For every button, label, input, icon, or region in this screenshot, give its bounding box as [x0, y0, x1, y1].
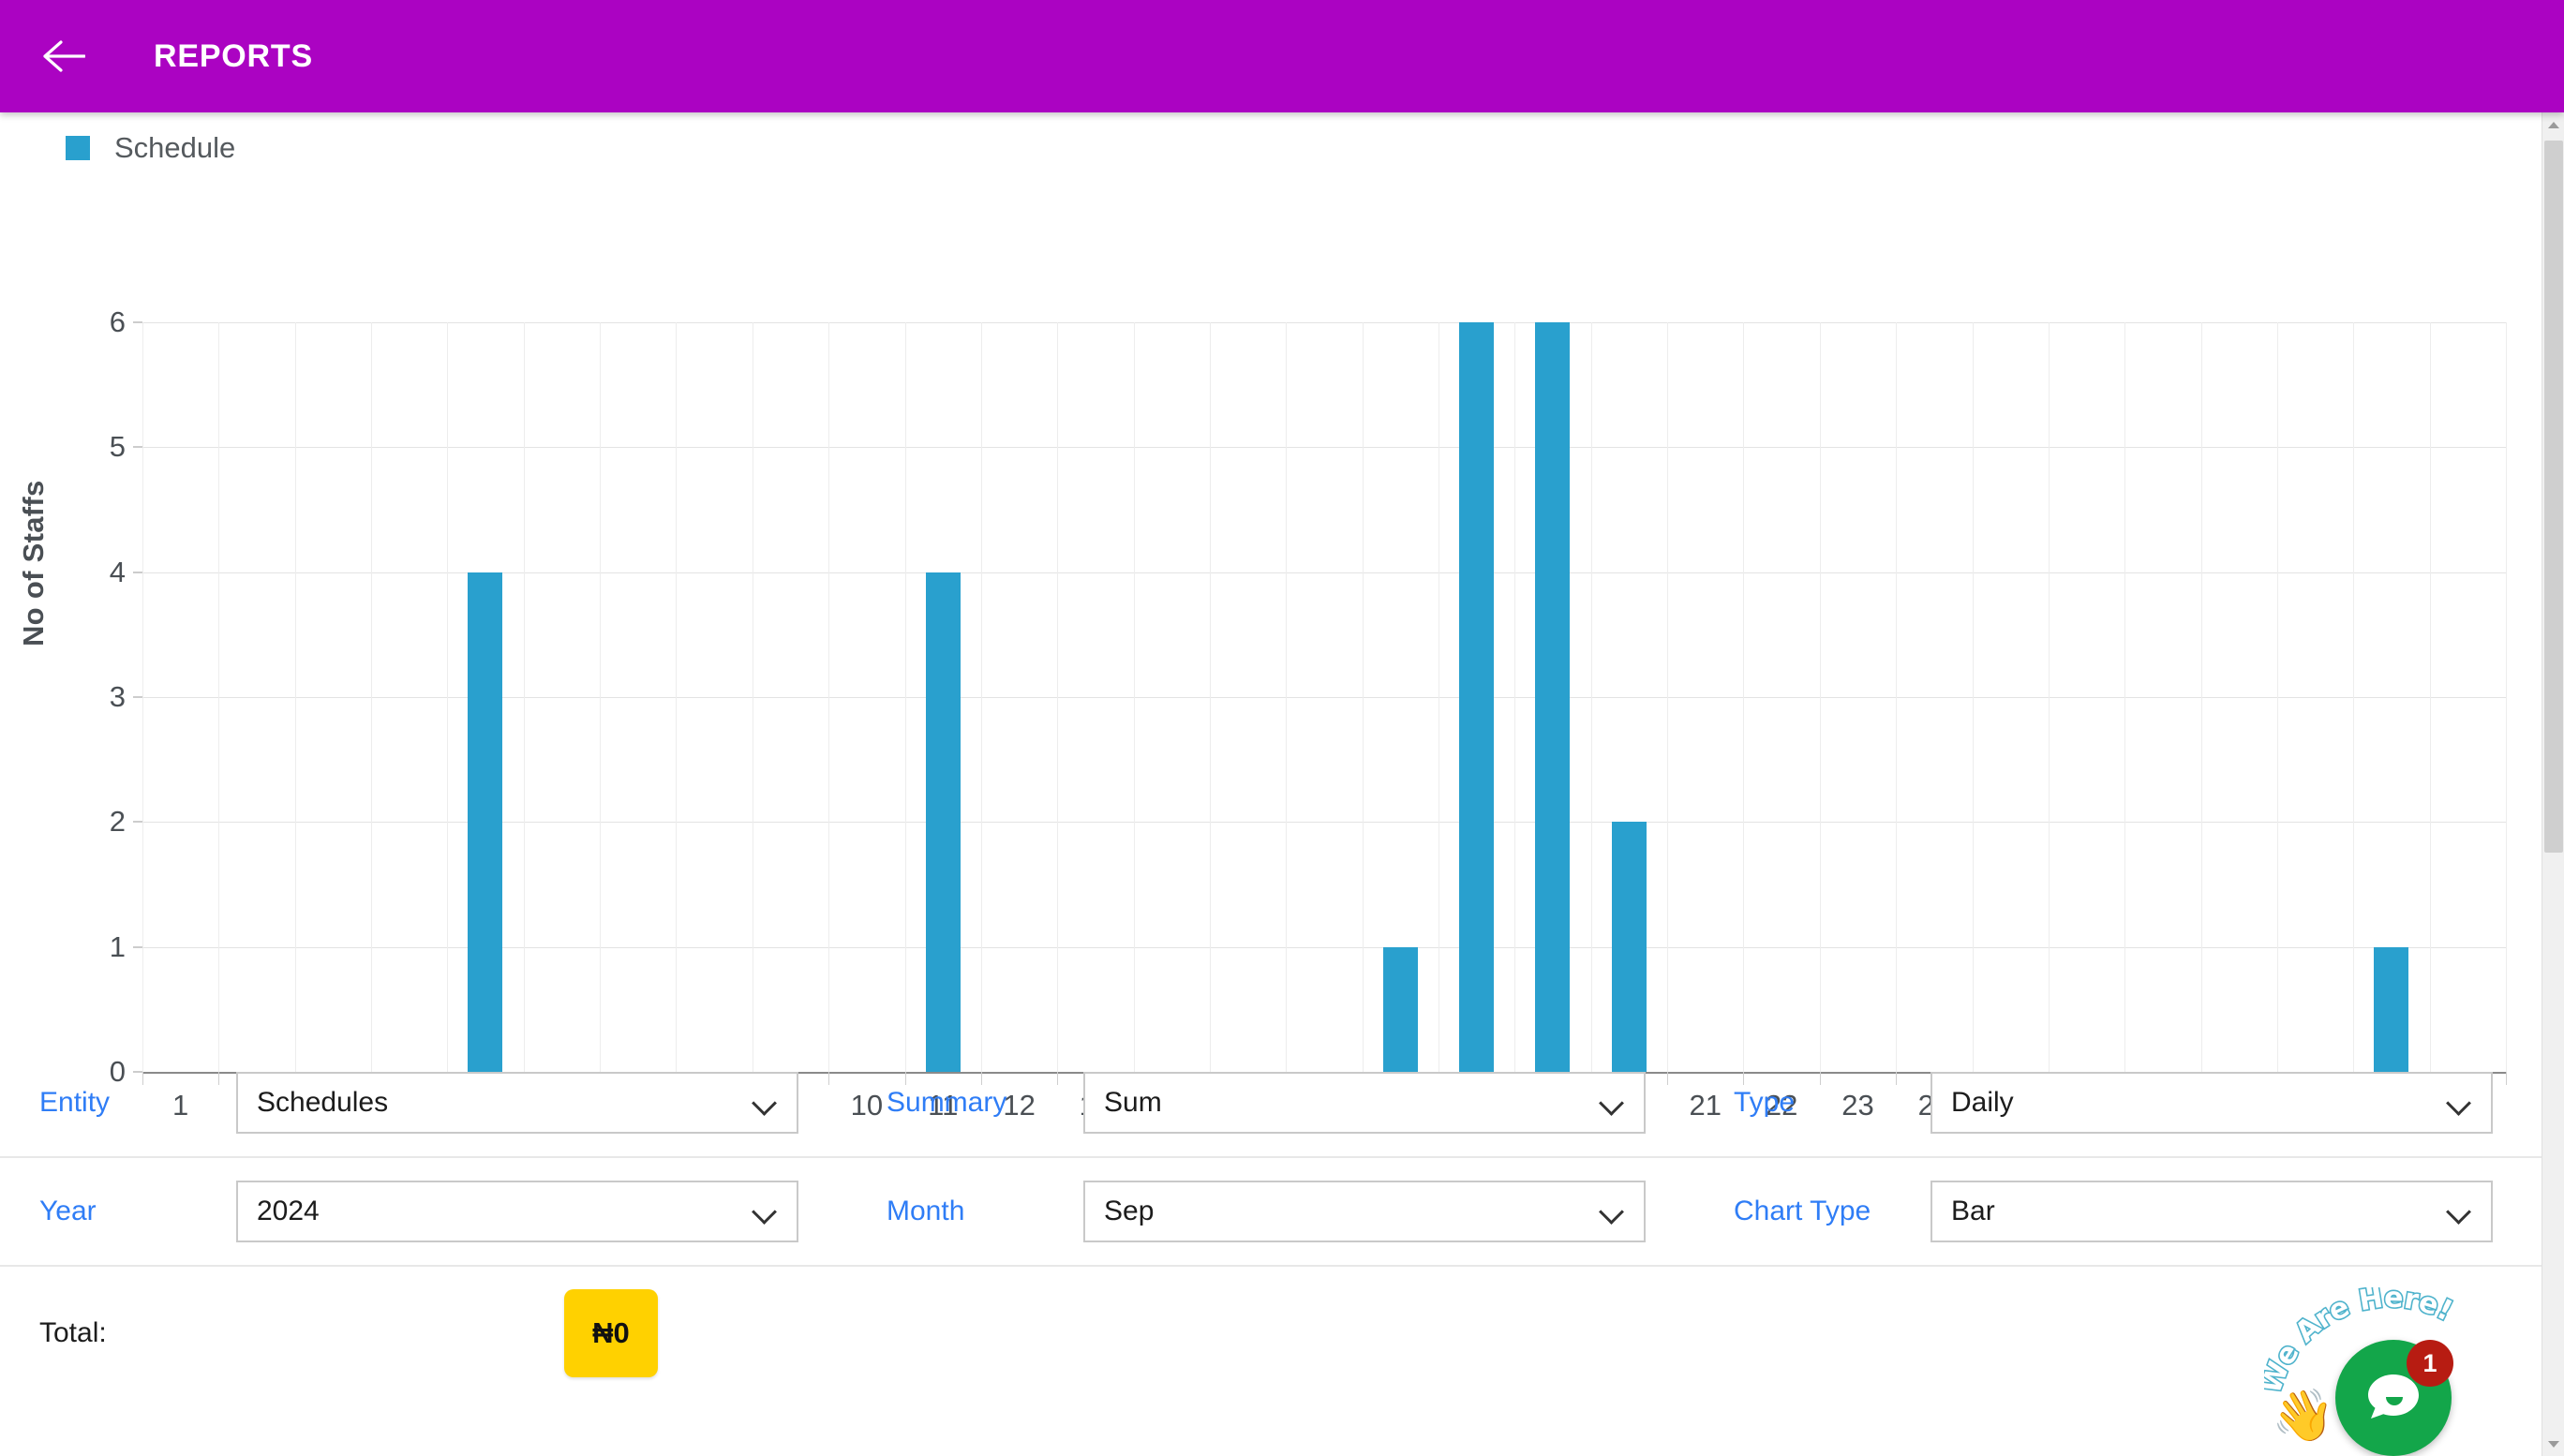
- select-value-chart-type: Bar: [1951, 1196, 1995, 1226]
- y-tick-label: 4: [109, 555, 126, 588]
- chevron-down-icon: [1601, 1091, 1625, 1115]
- chart-bar[interactable]: [1535, 322, 1570, 1072]
- select-value-entity: Schedules: [257, 1087, 389, 1118]
- vertical-scrollbar[interactable]: [2542, 112, 2564, 1456]
- select-value-month: Sep: [1104, 1196, 1155, 1226]
- form-label-entity: Entity: [39, 1087, 111, 1118]
- y-tick-mark: [133, 946, 142, 948]
- select-wrapper-entity: Schedules: [236, 1072, 798, 1134]
- select-wrapper-chart-type: Bar: [1930, 1181, 2493, 1242]
- scrollbar-thumb[interactable]: [2544, 141, 2563, 853]
- legend-label-schedule: Schedule: [114, 131, 236, 164]
- form-label-year: Year: [39, 1196, 97, 1226]
- form-field-entity: Entity Schedules: [0, 1049, 847, 1158]
- form-label-chart-type: Chart Type: [1734, 1196, 1871, 1226]
- chart-bar[interactable]: [1612, 822, 1647, 1072]
- reports-screen: REPORTS Schedule No of Staffs 0123456 12…: [0, 0, 2564, 1456]
- chat-bubble-button[interactable]: 1: [2335, 1340, 2453, 1456]
- page-content: Schedule No of Staffs 0123456 1234567891…: [0, 112, 2542, 1456]
- scroll-down-arrow-icon[interactable]: [2542, 1434, 2564, 1454]
- total-label: Total:: [39, 1317, 107, 1348]
- report-options-form: Entity Schedules Summary Sum Type Daily Year 20…: [0, 1049, 2542, 1267]
- back-button[interactable]: [26, 19, 101, 94]
- legend-swatch-schedule: [66, 136, 90, 160]
- select-wrapper-summary: Sum: [1083, 1072, 1646, 1134]
- gridline-vertical: [2506, 322, 2507, 1072]
- chevron-down-icon: [753, 1199, 778, 1224]
- select-entity[interactable]: Schedules: [236, 1072, 798, 1134]
- form-label-month: Month: [887, 1196, 965, 1226]
- select-summary[interactable]: Sum: [1083, 1072, 1646, 1134]
- chevron-down-icon: [1601, 1199, 1625, 1224]
- y-tick-label: 3: [109, 680, 126, 713]
- form-row: Entity Schedules Summary Sum Type Daily: [0, 1049, 2542, 1158]
- select-value-year: 2024: [257, 1196, 320, 1226]
- chevron-down-icon: [753, 1091, 778, 1115]
- arrow-left-icon: [42, 39, 85, 73]
- form-field-month: Month Sep: [847, 1158, 1694, 1267]
- scroll-up-arrow-icon[interactable]: [2542, 114, 2564, 135]
- select-value-type: Daily: [1951, 1087, 2014, 1118]
- chart-bar[interactable]: [926, 572, 961, 1072]
- total-value-badge: ₦0: [564, 1289, 658, 1377]
- form-label-summary: Summary: [887, 1087, 1007, 1118]
- chart-legend: Schedule: [66, 131, 235, 165]
- form-row: Year 2024 Month Sep Chart Type Bar: [0, 1158, 2542, 1267]
- chevron-down-icon: [2448, 1091, 2472, 1115]
- total-row: Total: ₦0: [0, 1272, 2542, 1394]
- form-field-year: Year 2024: [0, 1158, 847, 1267]
- chevron-down-icon: [2448, 1199, 2472, 1224]
- y-tick-label: 6: [109, 305, 126, 338]
- chart-bar[interactable]: [1459, 322, 1494, 1072]
- select-wrapper-type: Daily: [1930, 1072, 2493, 1134]
- select-chart-type[interactable]: Bar: [1930, 1181, 2493, 1242]
- form-field-chart-type: Chart Type Bar: [1694, 1158, 2542, 1267]
- form-label-type: Type: [1734, 1087, 1796, 1118]
- app-bar: REPORTS: [0, 0, 2564, 112]
- page-title: REPORTS: [154, 37, 313, 74]
- bar-chart: No of Staffs 0123456 1234567891011121314…: [0, 272, 2542, 1124]
- waving-hand-icon: 👋: [2272, 1388, 2335, 1444]
- select-value-summary: Sum: [1104, 1087, 1162, 1118]
- select-type[interactable]: Daily: [1930, 1072, 2493, 1134]
- select-wrapper-month: Sep: [1083, 1181, 1646, 1242]
- y-tick-mark: [133, 321, 142, 323]
- select-wrapper-year: 2024: [236, 1181, 798, 1242]
- bar-series: [142, 322, 2506, 1072]
- y-tick-mark: [133, 446, 142, 448]
- form-field-summary: Summary Sum: [847, 1049, 1694, 1158]
- y-tick-label: 5: [109, 430, 126, 464]
- y-tick-mark: [133, 696, 142, 698]
- select-year[interactable]: 2024: [236, 1181, 798, 1242]
- y-tick-mark: [133, 821, 142, 823]
- form-field-type: Type Daily: [1694, 1049, 2542, 1158]
- chat-unread-badge[interactable]: 1: [2407, 1340, 2453, 1387]
- y-tick-label: 1: [109, 929, 126, 963]
- select-month[interactable]: Sep: [1083, 1181, 1646, 1242]
- y-axis-label: No of Staffs: [17, 480, 50, 646]
- plot-area: 0123456: [110, 305, 2507, 1088]
- y-tick-label: 2: [109, 805, 126, 839]
- chart-bar[interactable]: [468, 572, 502, 1072]
